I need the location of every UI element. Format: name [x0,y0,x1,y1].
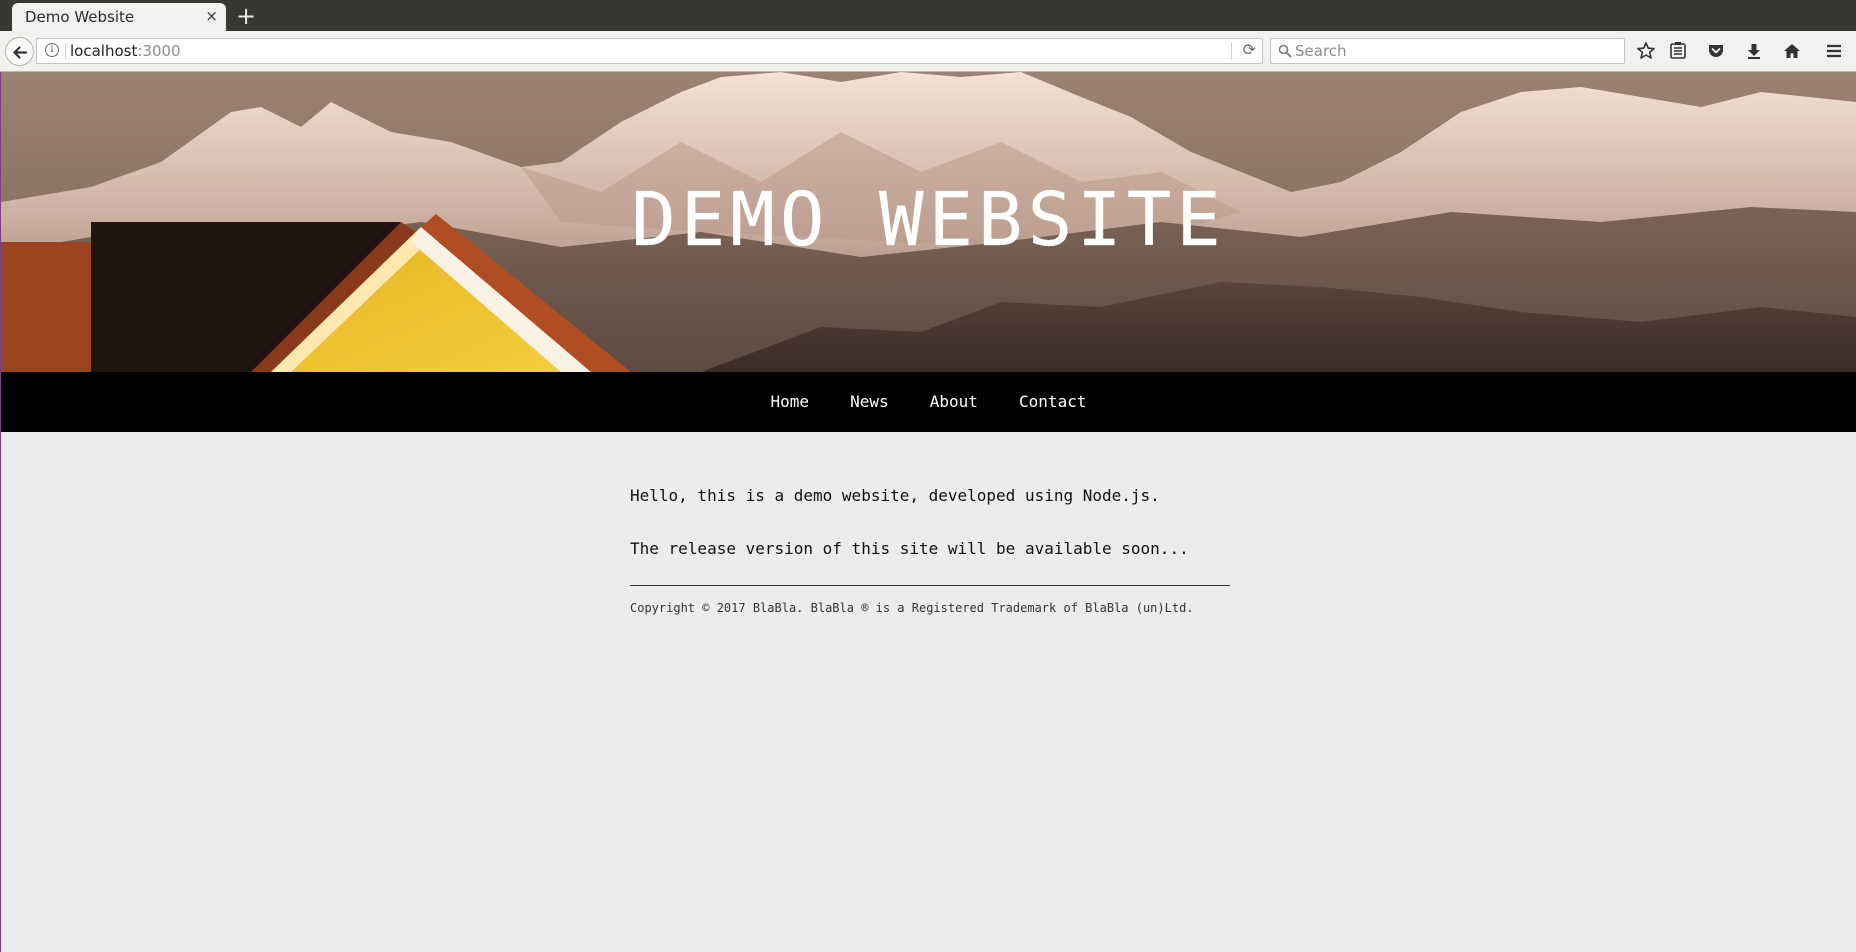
search-icon [1278,44,1292,58]
hero-banner: DEMO WEBSITE [1,72,1856,372]
nav-link-contact[interactable]: Contact [1019,372,1086,432]
nav-link-news[interactable]: News [850,372,889,432]
tab-bar: Demo Website × + [0,0,1856,31]
url-divider [65,43,66,59]
search-input[interactable] [1293,40,1613,62]
browser-tab[interactable]: Demo Website × [12,3,226,31]
back-arrow-icon [13,46,28,59]
home-icon[interactable] [1782,41,1802,61]
new-tab-icon[interactable]: + [236,2,256,30]
nav-link-about[interactable]: About [930,372,978,432]
url-separator [1231,42,1232,60]
menu-icon[interactable] [1824,41,1844,61]
main-nav: Home News About Contact [1,372,1856,432]
main-content: Hello, this is a demo website, developed… [630,485,1230,615]
url-text[interactable]: localhost:3000 [70,42,181,60]
nav-link-home[interactable]: Home [771,372,810,432]
footer-divider [630,585,1230,586]
download-icon[interactable] [1744,41,1764,61]
search-bar[interactable] [1270,38,1625,64]
url-host: localhost [70,42,138,60]
browser-toolbar: i localhost:3000 ⟳ [0,31,1856,72]
site-title: DEMO WEBSITE [631,177,1226,263]
intro-paragraph: Hello, this is a demo website, developed… [630,486,1160,505]
tab-close-icon[interactable]: × [205,7,218,25]
tab-title: Demo Website [25,8,135,26]
info-icon[interactable]: i [45,43,59,57]
back-button[interactable] [5,37,34,66]
pocket-icon[interactable] [1706,41,1726,61]
bookmark-star-icon[interactable] [1636,41,1656,61]
url-bar[interactable]: i localhost:3000 ⟳ [36,38,1263,64]
reload-icon[interactable]: ⟳ [1243,40,1256,59]
release-paragraph: The release version of this site will be… [630,539,1189,558]
page-viewport: DEMO WEBSITE Home News About Contact Hel… [0,72,1856,952]
url-port: :3000 [137,42,181,60]
bookmarks-list-icon[interactable] [1668,41,1688,61]
copyright-footer: Copyright © 2017 BlaBla. BlaBla ® is a R… [630,601,1194,615]
